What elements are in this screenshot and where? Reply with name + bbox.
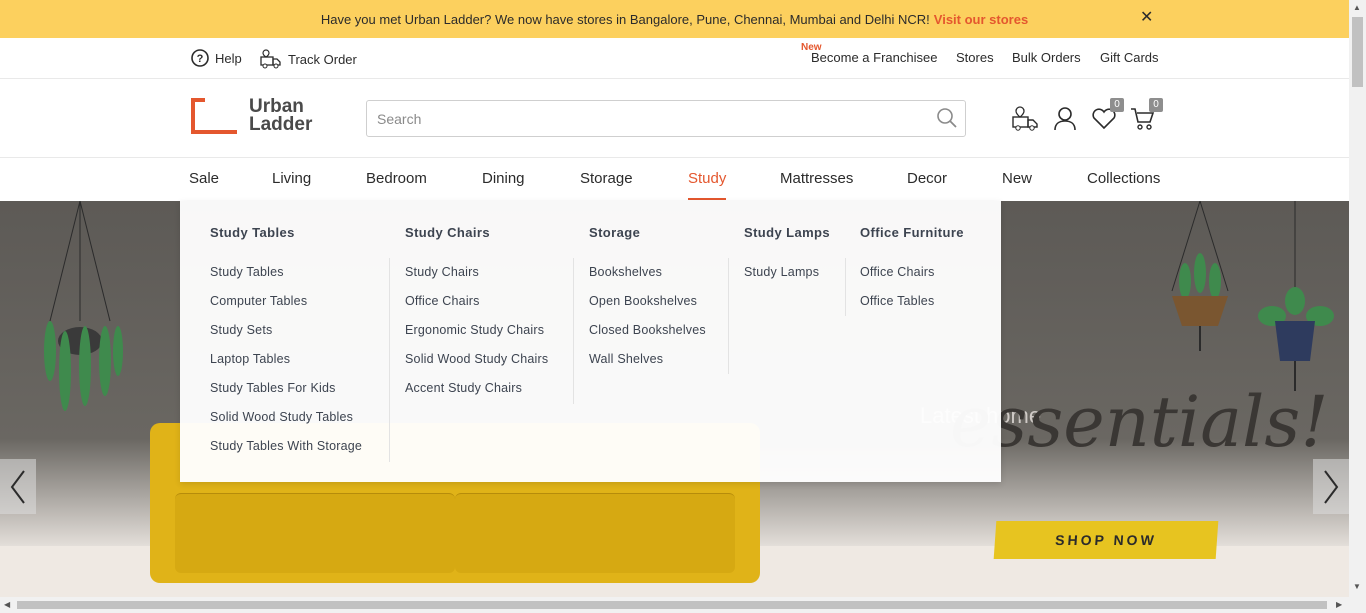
mega-col-title: Study Chairs [405,225,490,240]
urban-ladder-logo[interactable]: Urban Ladder [191,97,313,135]
help-icon: ? [191,49,209,67]
track-order-label: Track Order [288,51,357,67]
mega-link[interactable]: Computer Tables [210,294,307,308]
nav-collections[interactable]: Collections [1087,170,1160,187]
scroll-down-arrow-icon[interactable]: ▼ [1353,582,1361,591]
track-order-link[interactable]: Track Order [260,49,357,69]
mega-link[interactable]: Study Tables For Kids [210,381,336,395]
nav-decor[interactable]: Decor [907,170,947,187]
nav-bedroom[interactable]: Bedroom [366,170,427,187]
nav-storage[interactable]: Storage [580,170,633,187]
mega-link[interactable]: Wall Shelves [589,352,663,366]
mega-link[interactable]: Open Bookshelves [589,294,697,308]
mega-link[interactable]: Solid Wood Study Tables [210,410,353,424]
utility-bar: ? Help Track Order New Become a Franchis… [0,38,1349,79]
carousel-prev-button[interactable] [0,459,36,514]
carousel-next-button[interactable] [1313,459,1349,514]
cart-count-badge: 0 [1149,98,1163,112]
search-input[interactable] [366,100,966,137]
hanging-plant-right2-icon [1258,201,1334,391]
chevron-right-icon [1324,469,1339,504]
hanging-plant-left-icon [44,201,123,411]
hero-headline: essentials! [950,381,1329,463]
bulk-orders-link[interactable]: Bulk Orders [1012,50,1081,65]
wishlist-count-badge: 0 [1110,98,1124,112]
horizontal-scrollbar[interactable]: ◀ ▶ [0,597,1349,613]
nav-study[interactable]: Study [688,170,726,187]
shop-now-button[interactable]: SHOP NOW [993,521,1219,559]
scroll-right-arrow-icon[interactable]: ▶ [1336,600,1342,609]
main-nav: Sale Living Bedroom Dining Storage Study… [0,158,1349,201]
promo-text: Have you met Urban Ladder? We now have s… [320,11,930,27]
mega-col-title: Study Lamps [744,225,831,240]
mega-link[interactable]: Study Chairs [405,265,479,279]
close-icon[interactable]: ✕ [1140,10,1156,26]
nav-living[interactable]: Living [272,170,311,187]
mega-link[interactable]: Ergonomic Study Chairs [405,323,544,337]
store-locator-icon[interactable] [1012,106,1038,132]
mega-link[interactable]: Closed Bookshelves [589,323,706,337]
mega-link[interactable]: Bookshelves [589,265,662,279]
help-label: Help [215,50,242,66]
nav-dining[interactable]: Dining [482,170,525,187]
mega-link[interactable]: Study Lamps [744,265,819,279]
site-header: Urban Ladder 0 0 [0,79,1349,158]
vertical-scroll-thumb[interactable] [1352,17,1363,87]
stores-link[interactable]: Stores [956,50,994,65]
logo-text-line2: Ladder [249,114,313,135]
mega-col-title: Study Tables [210,225,295,240]
svg-text:?: ? [197,53,204,65]
become-franchisee-link[interactable]: Become a Franchisee [811,50,937,65]
help-link[interactable]: ? Help [191,49,242,67]
horizontal-scroll-thumb[interactable] [17,601,1327,609]
mega-col-title: Storage [589,225,641,240]
mega-link[interactable]: Study Tables With Storage [210,439,362,453]
mega-link[interactable]: Accent Study Chairs [405,381,522,395]
sofa-cushion-right [455,493,735,573]
promo-bar: Have you met Urban Ladder? We now have s… [0,0,1349,38]
mega-link[interactable]: Office Tables [860,294,934,308]
logo-mark-icon [191,98,237,134]
mega-link[interactable]: Office Chairs [860,265,935,279]
nav-sale[interactable]: Sale [189,170,219,187]
scroll-up-arrow-icon[interactable]: ▲ [1353,3,1361,12]
visit-stores-link[interactable]: Visit our stores [934,12,1028,27]
scroll-left-arrow-icon[interactable]: ◀ [4,600,10,609]
vertical-scrollbar[interactable]: ▲ ▼ [1349,0,1366,613]
mega-link[interactable]: Study Sets [210,323,272,337]
hanging-plant-right1-icon [1171,201,1229,351]
search-icon[interactable] [936,107,958,129]
study-mega-menu: Study Tables Study Tables Computer Table… [180,201,1001,482]
user-icon[interactable] [1052,106,1078,132]
nav-mattresses[interactable]: Mattresses [780,170,853,187]
active-nav-underline [688,198,726,200]
mega-link[interactable]: Study Tables [210,265,284,279]
mega-link[interactable]: Office Chairs [405,294,480,308]
gift-cards-link[interactable]: Gift Cards [1100,50,1159,65]
chevron-left-icon [10,469,25,504]
truck-icon [260,49,281,69]
nav-new[interactable]: New [1002,170,1032,187]
sofa-cushion-left [175,493,455,573]
mega-link[interactable]: Laptop Tables [210,352,290,366]
mega-link[interactable]: Solid Wood Study Chairs [405,352,548,366]
mega-col-title: Office Furniture [860,225,964,240]
